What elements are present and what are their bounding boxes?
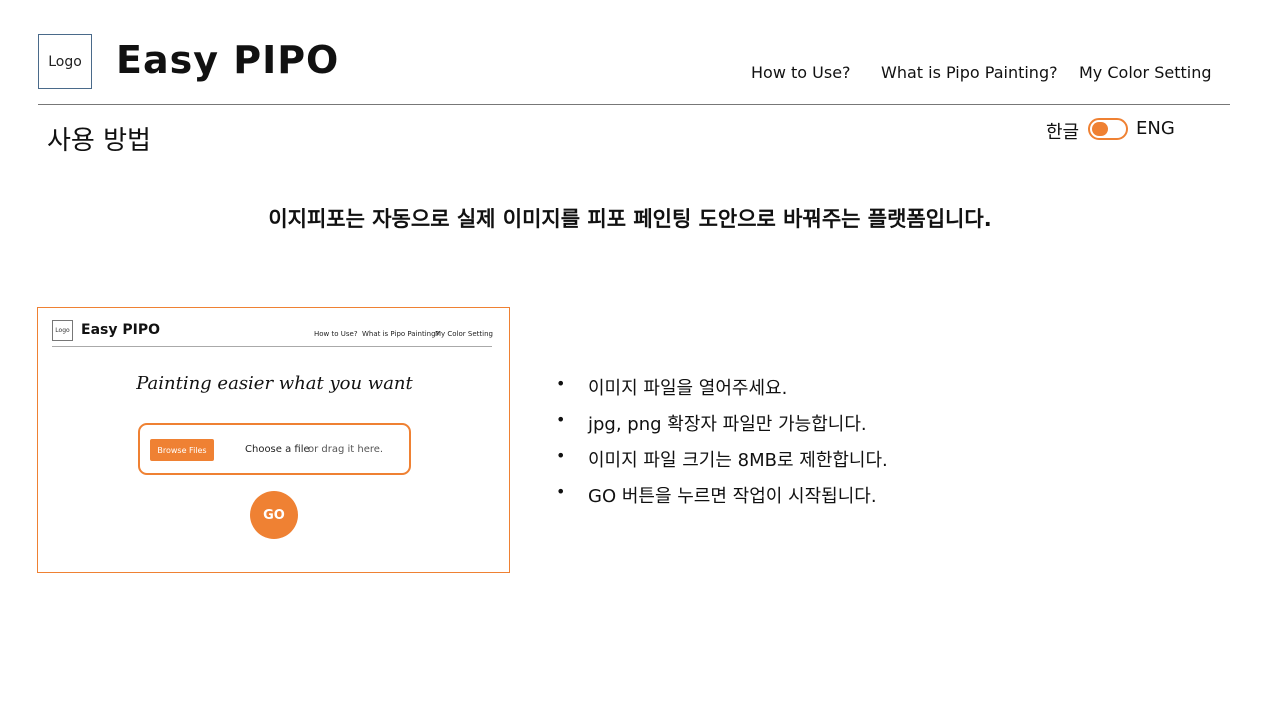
nav-what-is-pipo[interactable]: What is Pipo Painting? — [881, 63, 1058, 82]
logo-text: Logo — [48, 53, 82, 70]
nav-how-to-use[interactable]: How to Use? — [751, 63, 851, 82]
logo[interactable]: Logo — [38, 34, 92, 89]
bullet-icon: • — [556, 410, 566, 429]
preview-nav-what-is-pipo: What is Pipo Painting? — [362, 330, 440, 338]
preview-drag-text: or drag it here. — [308, 444, 384, 455]
bullet-icon: • — [556, 482, 566, 501]
bullet-icon: • — [556, 374, 566, 393]
preview-screenshot: Logo Easy PIPO How to Use? What is Pipo … — [37, 307, 510, 573]
instruction-text: 이미지 파일을 열어주세요. — [588, 378, 788, 399]
toggle-knob — [1092, 122, 1108, 136]
preview-dropzone: Browse Files Choose a file or drag it he… — [138, 423, 411, 475]
language-label-english[interactable]: ENG — [1136, 118, 1175, 139]
nav-my-color-setting[interactable]: My Color Setting — [1079, 63, 1212, 82]
header-divider — [38, 104, 1230, 105]
preview-divider — [52, 346, 492, 347]
preview-logo: Logo — [52, 320, 73, 341]
preview-brand: Easy PIPO — [81, 322, 160, 338]
page-subtitle: 이지피포는 자동으로 실제 이미지를 피포 페인팅 도안으로 바꿔주는 플랫폼입… — [268, 207, 992, 231]
page-title: 사용 방법 — [47, 126, 151, 156]
preview-browse-label: Browse Files — [157, 445, 207, 455]
preview-nav-how-to-use: How to Use? — [314, 330, 358, 338]
preview-tagline: Painting easier what you want — [136, 373, 413, 394]
preview-browse-button: Browse Files — [150, 439, 214, 461]
bullet-icon: • — [556, 446, 566, 465]
preview-go-button: GO — [250, 491, 298, 539]
preview-choose-text: Choose a file — [245, 444, 310, 455]
preview-go-label: GO — [263, 507, 285, 523]
preview-nav-my-color-setting: My Color Setting — [435, 330, 493, 338]
instruction-text: jpg, png 확장자 파일만 가능합니다. — [588, 414, 867, 435]
language-label-korean[interactable]: 한글 — [1046, 118, 1079, 144]
brand-title[interactable]: Easy PIPO — [116, 38, 339, 82]
instruction-text: 이미지 파일 크기는 8MB로 제한합니다. — [588, 450, 888, 471]
instruction-text: GO 버튼을 누르면 작업이 시작됩니다. — [588, 486, 877, 507]
language-toggle[interactable] — [1088, 118, 1128, 140]
preview-logo-text: Logo — [55, 327, 70, 334]
